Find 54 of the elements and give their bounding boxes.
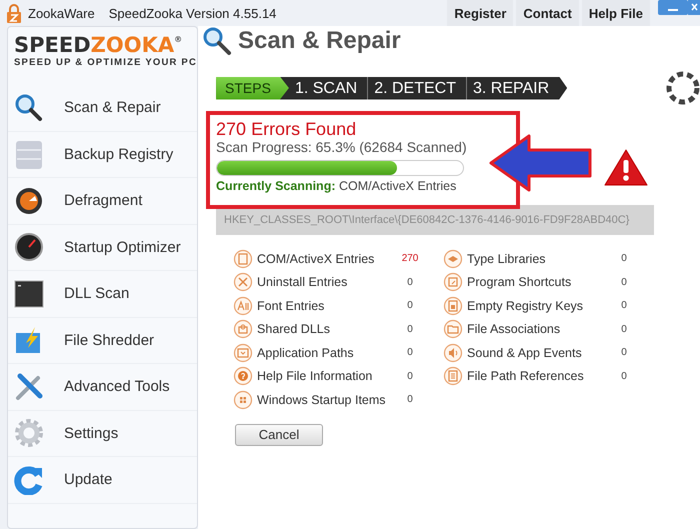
brand-name: ZookaWare	[28, 6, 95, 20]
logo-tagline: SPEED UP & OPTIMIZE YOUR PC	[14, 57, 198, 68]
page-title: Scan & Repair	[238, 27, 401, 55]
category-label: Sound & App Events	[467, 346, 583, 360]
error-count: 0	[406, 370, 414, 382]
cancel-button[interactable]: Cancel	[235, 424, 324, 446]
logo-text: ZOOKA	[90, 35, 174, 56]
category-label: File Path References	[467, 369, 585, 384]
step-tab[interactable]: 1. SCAN	[288, 76, 368, 100]
registered-mark: ®	[174, 35, 182, 45]
error-count: 0	[620, 370, 628, 382]
category-label: Help File Information	[257, 369, 374, 384]
error-count: 0	[406, 394, 414, 406]
sidebar-item[interactable]: Defragment	[8, 178, 198, 224]
menu-tab[interactable]: Contact	[516, 0, 579, 26]
steps-label: STEPS	[216, 76, 289, 100]
category-label: COM/ActiveX Entries	[257, 252, 376, 266]
menu-tab[interactable]: Help File	[582, 0, 650, 26]
logo-text: SPEED	[14, 35, 91, 56]
error-count: 270	[400, 253, 420, 264]
error-count: 0	[406, 300, 414, 312]
scan-progress-text: Scan Progress: 65.3% (62684 Scanned)	[216, 139, 468, 156]
category-label: Application Paths	[257, 346, 355, 360]
error-count: 0	[620, 324, 628, 335]
error-count: 0	[620, 347, 628, 358]
step-tab[interactable]: 2. DETECT	[368, 76, 467, 100]
error-count: 0	[406, 347, 414, 358]
category-label: Uninstall Entries	[257, 275, 348, 290]
error-count: 0	[620, 253, 628, 264]
category-label: Type Libraries	[467, 252, 547, 266]
menu-tab[interactable]: Register	[447, 0, 514, 26]
error-count: 0	[406, 324, 414, 335]
errors-found-text: 270 Errors Found	[216, 119, 358, 139]
sidebar-item[interactable]: Update	[8, 457, 198, 504]
category-label: Shared DLLs	[257, 322, 331, 336]
registry-path-field: HKEY_CLASSES_ROOT\Interface\{DE60842C-1376-4146-9016-FD9F28ABD40C}	[216, 205, 654, 235]
currently-scanning-text: Currently Scanning: COM/ActiveX Entries	[216, 179, 458, 193]
error-count: 0	[620, 276, 628, 288]
error-count: 0	[406, 276, 414, 288]
category-label: Empty Registry Keys	[467, 298, 584, 313]
sidebar-item[interactable]: File Shredder	[8, 318, 198, 364]
sidebar-item[interactable]: Scan & Repair	[8, 85, 198, 132]
sidebar-item[interactable]: Startup Optimizer	[8, 224, 198, 271]
step-tab[interactable]: 3. REPAIR	[466, 76, 560, 100]
category-label: Windows Startup Items	[257, 392, 387, 407]
category-label: Program Shortcuts	[467, 275, 572, 290]
sidebar-item[interactable]: DLL Scan	[8, 271, 198, 318]
sidebar-item[interactable]: Advanced Tools	[8, 364, 198, 410]
category-label: Font Entries	[257, 298, 326, 313]
sidebar-item[interactable]: Backup Registry	[8, 132, 198, 178]
error-count: 0	[620, 300, 628, 312]
sidebar-item[interactable]: Settings	[8, 410, 198, 457]
window-title: SpeedZooka Version 4.55.14	[108, 6, 276, 20]
category-label: File Associations	[467, 322, 562, 336]
